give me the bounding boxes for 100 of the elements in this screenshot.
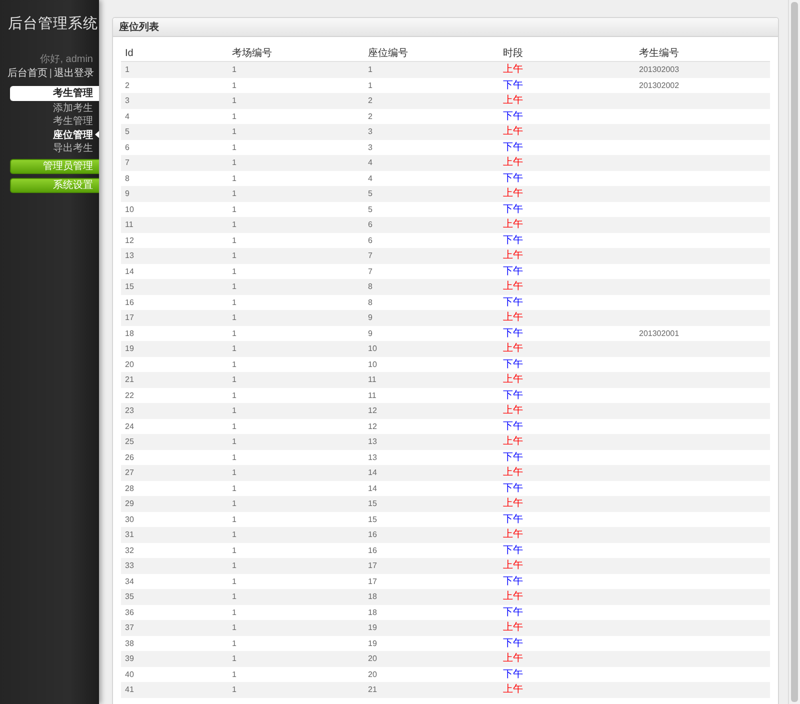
menu-item[interactable]: 导出考生 [0,142,99,155]
table-cell: 11 [125,219,134,230]
table-cell: 17 [368,560,377,572]
table-cell: 7 [368,266,372,277]
table-cell: 10 [368,343,377,354]
table-cell: 34 [125,576,134,587]
table-cell: 25 [125,436,134,448]
panel-title: 座位列表 [119,20,159,34]
menu-section-button[interactable]: 考生管理 [10,86,99,101]
greeting-text: 你好, admin [40,53,93,66]
table-cell: 15 [125,281,134,292]
table-cell: 上午 [503,622,523,634]
table-cell: 1 [232,266,236,277]
table-cell: 14 [125,266,134,277]
table-cell: 10 [368,358,377,370]
nav-link[interactable]: 后台首页 [7,67,48,80]
table-cell: 18 [368,606,377,618]
table-cell: 39 [125,653,134,664]
table-cell: 4 [125,110,130,122]
table-cell: 28 [125,482,134,494]
triangle-icon [95,131,99,138]
nav-link[interactable]: 退出登录 [54,67,94,80]
table-cell: 1 [232,390,236,401]
table-cell: 1 [232,653,236,664]
column-header: 考生编号 [638,46,680,61]
column-header: 考场编号 [231,46,273,61]
column-header: Id [124,46,134,60]
table-cell: 上午 [503,157,523,168]
table-cell: 29 [125,498,134,510]
table-cell: 1 [125,64,130,76]
table-cell: 下午 [503,234,523,246]
table-cell: 9 [368,312,372,324]
table-cell: 12 [368,405,377,416]
table-cell: 10 [125,204,134,215]
table-cell: 8 [125,172,130,184]
table-cell: 下午 [503,390,523,401]
table-cell: 30 [125,514,134,525]
table-cell: 35 [125,591,134,602]
table-cell: 1 [232,296,236,308]
table-cell: 1 [232,157,236,168]
table-cell: 上午 [503,343,523,354]
menu-item[interactable]: 添加考生 [0,101,99,114]
table-cell: 上午 [503,64,523,76]
table-cell: 7 [368,250,372,262]
table-cell: 下午 [503,296,523,308]
table-cell: 下午 [503,514,523,525]
table-cell: 1 [368,64,372,76]
table-cell: 5 [368,204,372,215]
table-cell: 下午 [503,328,523,339]
table-cell: 1 [232,452,236,463]
table-cell: 1 [232,219,236,230]
table-cell: 上午 [503,188,523,200]
scrollbar-track[interactable] [788,0,800,704]
table-cell: 17 [368,576,377,587]
table-cell: 上午 [503,405,523,416]
table-cell: 16 [125,296,134,308]
table-cell: 1 [232,591,236,602]
table-cell: 1 [232,110,236,122]
table-cell: 1 [232,328,236,339]
table-cell: 上午 [503,219,523,230]
table-cell: 33 [125,560,134,572]
table-cell: 40 [125,668,134,680]
table-cell: 上午 [503,467,523,478]
table-cell: 下午 [503,80,523,91]
table-cell: 31 [125,529,134,540]
table-cell: 上午 [503,436,523,448]
table-cell: 上午 [503,312,523,324]
table-cell: 8 [368,281,372,292]
table-cell: 1 [232,498,236,510]
table-cell: 1 [232,172,236,184]
table-cell: 下午 [503,606,523,618]
table-cell: 32 [125,544,134,556]
table-cell: 20 [368,668,377,680]
table-cell: 11 [368,390,376,401]
table-cell: 4 [368,172,372,184]
table-cell: 1 [232,142,236,153]
table-cell: 36 [125,606,134,618]
table-cell: 下午 [503,420,523,432]
table-cell: 下午 [503,638,523,649]
table-cell: 1 [232,405,236,416]
table-cell: 1 [232,281,236,292]
table-cell: 1 [232,420,236,432]
table-cell: 23 [125,405,134,416]
table-cell: 7 [125,157,130,168]
table-cell: 2 [125,80,130,91]
scrollbar-thumb[interactable] [791,2,798,702]
table-cell: 3 [125,95,130,106]
table-cell: 6 [368,219,372,230]
table-cell: 上午 [503,250,523,262]
table-cell: 1 [232,80,236,91]
column-header: 时段 [502,46,524,61]
table-cell: 5 [125,126,130,138]
table-cell: 1 [232,358,236,370]
table-cell: 1 [232,606,236,618]
menu-item[interactable]: 座位管理 [0,128,99,142]
table-cell: 1 [232,343,236,354]
table-cell: 18 [125,328,134,339]
table-cell: 20 [368,653,377,664]
menu-item[interactable]: 考生管理 [0,114,99,128]
table-cell: 1 [368,80,372,91]
